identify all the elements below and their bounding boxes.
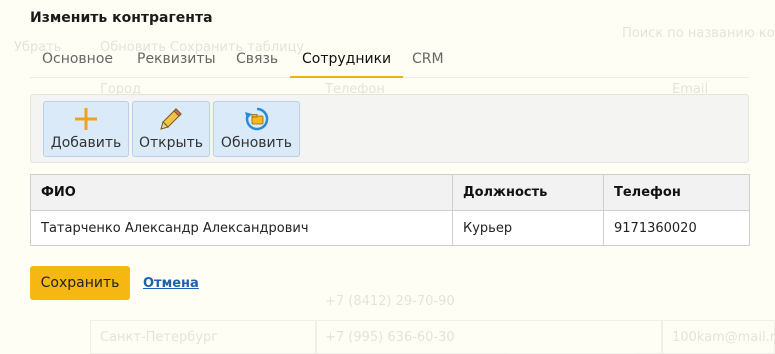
table-header-row: ФИО Должность Телефон	[31, 175, 749, 211]
refresh-button-label: Обновить	[220, 135, 293, 151]
column-header-name[interactable]: ФИО	[31, 175, 453, 210]
column-header-position[interactable]: Должность	[453, 175, 604, 210]
tab-label: Связь	[236, 51, 279, 67]
cancel-link[interactable]: Отмена	[143, 276, 199, 291]
edit-counterparty-dialog: Изменить контрагента Основное Реквизиты …	[0, 0, 775, 354]
cell-position[interactable]: Курьер	[453, 211, 604, 246]
plus-icon	[44, 105, 128, 133]
tab-contacts[interactable]: Связь	[224, 46, 290, 78]
save-button[interactable]: Сохранить	[30, 266, 130, 300]
refresh-folder-icon	[214, 105, 299, 133]
open-button[interactable]: Открыть	[132, 101, 210, 157]
pencil-icon	[133, 105, 209, 133]
tab-main[interactable]: Основное	[30, 46, 125, 78]
tab-label: Сотрудники	[302, 51, 392, 67]
add-button-label: Добавить	[50, 135, 122, 151]
table-row[interactable]: Татарченко Александр Александрович Курье…	[31, 211, 749, 246]
employees-table: ФИО Должность Телефон Татарченко Алексан…	[30, 174, 750, 246]
tab-label: Основное	[42, 51, 114, 67]
refresh-button[interactable]: Обновить	[213, 101, 300, 157]
cell-phone[interactable]: 9171360020	[604, 211, 749, 246]
tab-bar: Основное Реквизиты Связь Сотрудники CRM	[30, 46, 749, 78]
tab-requisites[interactable]: Реквизиты	[125, 46, 228, 78]
employees-toolbar: Добавить Открыть Обновить	[30, 94, 749, 163]
cell-name[interactable]: Татарченко Александр Александрович	[31, 211, 453, 246]
dialog-title: Изменить контрагента	[30, 10, 213, 26]
tab-employees[interactable]: Сотрудники	[290, 46, 404, 78]
tab-crm[interactable]: CRM	[400, 46, 456, 78]
tab-label: Реквизиты	[137, 51, 216, 67]
add-button[interactable]: Добавить	[43, 101, 129, 157]
open-button-label: Открыть	[139, 135, 203, 151]
column-header-phone[interactable]: Телефон	[604, 175, 749, 210]
tab-label: CRM	[412, 51, 444, 67]
